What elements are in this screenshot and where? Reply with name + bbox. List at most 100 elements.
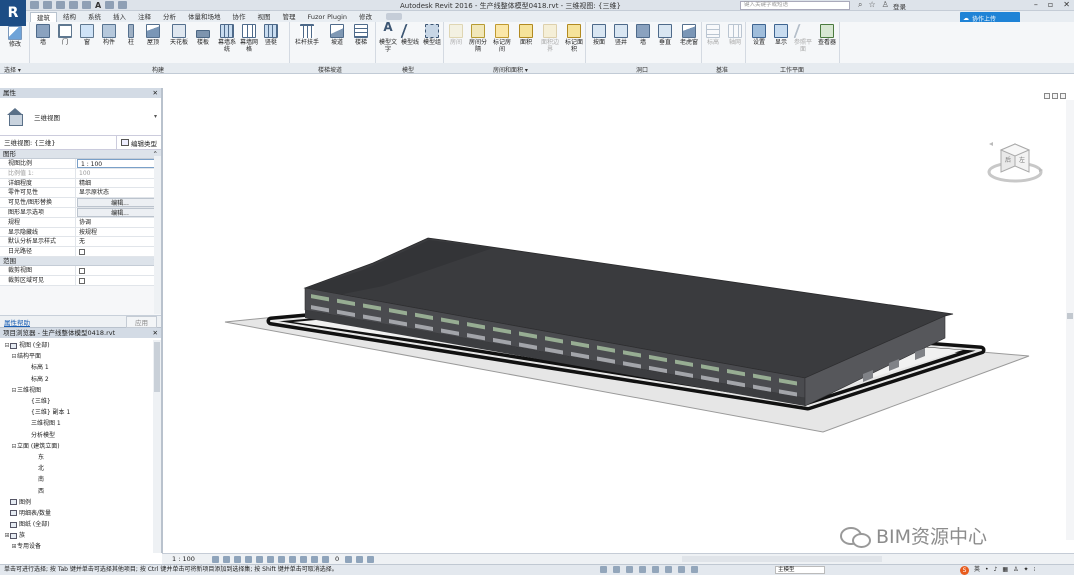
filter-icon[interactable]: [691, 566, 698, 573]
property-value[interactable]: 显示原状态: [76, 188, 161, 197]
edit-button[interactable]: 编辑...: [77, 207, 160, 217]
tree-item[interactable]: ⊞ 族: [0, 530, 152, 541]
floor-button[interactable]: 楼板: [194, 24, 212, 46]
crop-view-icon[interactable]: [267, 555, 274, 563]
tab-modify[interactable]: 修改: [353, 12, 378, 22]
select-by-face-icon[interactable]: [665, 566, 672, 573]
active-model-select[interactable]: 主模型: [775, 566, 825, 574]
tree-item[interactable]: ⊟ 立面 (建筑立面): [0, 441, 152, 452]
type-selector[interactable]: 三维视图 ▾: [0, 98, 161, 136]
property-checkbox-cell[interactable]: [76, 276, 161, 285]
view-scale[interactable]: 1 : 100: [172, 555, 212, 563]
ime-mode[interactable]: 英: [974, 565, 980, 575]
model-group-button[interactable]: 模型组: [423, 24, 441, 46]
section-icon[interactable]: [118, 1, 128, 9]
user-icon[interactable]: ♙: [882, 0, 889, 10]
area-button[interactable]: 面积: [517, 24, 535, 46]
property-value[interactable]: 精细: [76, 179, 161, 188]
stair-button[interactable]: 楼梯: [352, 24, 370, 46]
worksets-icon[interactable]: [600, 566, 607, 573]
group-extents[interactable]: 范围 ⌃: [0, 256, 161, 266]
model-line-button[interactable]: 模型线: [400, 24, 420, 46]
property-value[interactable]: 1 : 100: [77, 159, 160, 168]
tree-item[interactable]: ⊟ 视图 (全部): [0, 340, 152, 351]
checkbox[interactable]: [79, 249, 85, 256]
tab-structure[interactable]: 结构: [57, 12, 82, 22]
application-menu-button[interactable]: R: [0, 0, 26, 26]
modify-button[interactable]: 修改: [6, 26, 24, 48]
properties-help-link[interactable]: 属性帮助: [4, 317, 30, 327]
tree-item[interactable]: 图纸 (全部): [0, 519, 152, 530]
tree-item[interactable]: 分析模型: [0, 430, 152, 441]
tab-architecture[interactable]: 建筑: [30, 12, 57, 22]
checkbox[interactable]: [79, 277, 85, 284]
tree-item[interactable]: 图例: [0, 497, 152, 508]
select-pinned-icon[interactable]: [652, 566, 659, 573]
panel-label-select[interactable]: 选择 ▾: [4, 65, 21, 74]
tab-massing-site[interactable]: 体量和场地: [182, 12, 227, 22]
mic-icon[interactable]: ♪: [994, 565, 998, 575]
tag-area-button[interactable]: 标记面积: [565, 24, 583, 53]
shaft-button[interactable]: 竖井: [612, 24, 630, 46]
tree-item[interactable]: 三维视图 1: [0, 418, 152, 429]
login-link[interactable]: 登录: [893, 1, 906, 11]
maximize-icon[interactable]: ▫: [1048, 0, 1053, 9]
ceiling-button[interactable]: 天花板: [168, 24, 190, 46]
tag-room-button[interactable]: 标记房间: [493, 24, 511, 53]
render-icon[interactable]: [256, 555, 263, 563]
shadows-icon[interactable]: [245, 555, 252, 563]
wall-button[interactable]: 墙: [34, 24, 52, 46]
level-button[interactable]: 标高: [704, 24, 722, 46]
tab-collaborate[interactable]: 协作: [227, 12, 252, 22]
room-button[interactable]: 房间: [447, 24, 465, 46]
worksharing-icon[interactable]: [322, 555, 329, 563]
roof-button[interactable]: 屋顶: [144, 24, 162, 46]
property-checkbox-cell[interactable]: [76, 247, 161, 256]
close-icon[interactable]: ✕: [1063, 0, 1070, 9]
building-model-view[interactable]: [163, 88, 1074, 553]
area-boundary-button[interactable]: 面积边界: [541, 24, 559, 53]
show-crop-icon[interactable]: [278, 555, 285, 563]
set-work-plane-button[interactable]: 设置: [750, 24, 768, 46]
edit-button[interactable]: 编辑...: [77, 198, 160, 207]
shirt-icon[interactable]: ✦: [1023, 565, 1028, 575]
select-links-icon[interactable]: [626, 566, 633, 573]
instance-selector[interactable]: 三维视图: {三维}: [0, 135, 117, 150]
viewer-button[interactable]: 查看器: [816, 24, 838, 46]
search-icon[interactable]: ⌕: [858, 0, 862, 10]
undo-icon[interactable]: [56, 1, 65, 9]
property-checkbox-cell[interactable]: [76, 266, 161, 275]
door-button[interactable]: 门: [56, 24, 74, 46]
drag-elements-icon[interactable]: [678, 566, 685, 573]
visual-style-icon[interactable]: [223, 555, 230, 563]
design-options-icon[interactable]: [613, 566, 620, 573]
tree-item[interactable]: 西: [0, 485, 152, 496]
grid-menu-icon[interactable]: ⁝: [1034, 565, 1036, 575]
reveal-hidden-icon[interactable]: [311, 555, 318, 563]
drawing-canvas[interactable]: 后 左: [162, 88, 1074, 553]
minimize-icon[interactable]: –: [1034, 0, 1038, 9]
measure-icon[interactable]: [82, 1, 91, 9]
close-icon[interactable]: ✕: [153, 328, 158, 338]
select-underlay-icon[interactable]: [639, 566, 646, 573]
railing-button[interactable]: 栏杆扶手: [294, 24, 320, 46]
redo-icon[interactable]: [69, 1, 78, 9]
tree-item[interactable]: 标高 2: [0, 374, 152, 385]
sogou-ime-icon[interactable]: S: [960, 565, 969, 575]
tab-systems[interactable]: 系统: [82, 12, 107, 22]
view-restore-icon[interactable]: [1052, 93, 1058, 99]
tab-annotate[interactable]: 注释: [132, 12, 157, 22]
property-value[interactable]: 按规程: [76, 228, 161, 237]
canvas-scroll-thumb[interactable]: [1067, 313, 1073, 319]
tree-item[interactable]: 东: [0, 452, 152, 463]
browser-scroll-thumb[interactable]: [154, 342, 160, 392]
constraints-icon[interactable]: [356, 555, 364, 563]
properties-scrollbar[interactable]: [154, 156, 161, 314]
model-text-button[interactable]: A 模型文字: [379, 21, 397, 53]
keyboard-icon[interactable]: ▦: [1002, 565, 1008, 575]
edit-type-button[interactable]: 编辑类型: [117, 138, 161, 148]
punctuation-icon[interactable]: •: [985, 565, 989, 575]
curtain-grid-button[interactable]: 幕墙网格: [240, 24, 258, 53]
tab-view[interactable]: 视图: [252, 12, 277, 22]
mullion-button[interactable]: 竖梃: [262, 24, 280, 46]
